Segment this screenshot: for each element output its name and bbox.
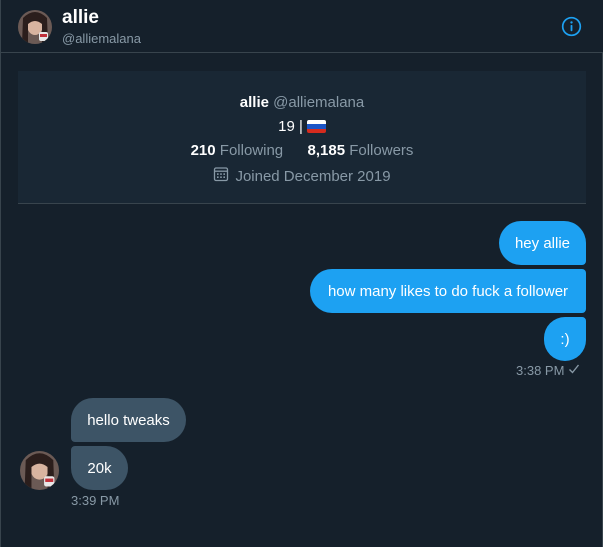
incoming-message[interactable]: hello tweaks: [71, 398, 186, 442]
profile-bio: 19 |: [18, 118, 586, 135]
following-count: 210: [190, 142, 216, 159]
message-text: :): [560, 330, 570, 348]
message-text: hey allie: [514, 234, 571, 252]
profile-name-line: allie @alliemalana: [18, 94, 586, 111]
russia-flag-icon: [306, 120, 326, 133]
incoming-message[interactable]: 20k: [71, 446, 128, 490]
incoming-timestamp: 3:39 PM: [71, 493, 120, 508]
conversation-panel: allie @alliemalana allie @alliemalana 19…: [0, 0, 603, 547]
followers-label: Followers: [349, 142, 414, 159]
avatar[interactable]: [20, 451, 59, 490]
checkmark-icon: [568, 363, 580, 378]
following-label: Following: [219, 142, 284, 159]
profile-handle: @alliemalana: [273, 94, 365, 111]
timestamp-text: 3:38 PM: [516, 363, 565, 378]
profile-follow-stats: 210 Following 8,185 Followers: [18, 142, 586, 159]
avatar[interactable]: [18, 10, 52, 44]
profile-joined-line: Joined December 2019: [18, 166, 586, 186]
message-text: hello tweaks: [87, 411, 170, 429]
followers-count: 8,185: [307, 142, 346, 159]
profile-age: 19 |: [278, 118, 303, 135]
profile-display-name: allie: [239, 94, 269, 111]
header-handle: @alliemalana: [62, 31, 141, 46]
outgoing-timestamp: 3:38 PM: [516, 363, 580, 378]
calendar-icon: [213, 166, 229, 186]
joined-date: Joined December 2019: [235, 167, 391, 185]
conversation-header: allie @alliemalana: [1, 0, 603, 53]
outgoing-message[interactable]: hey allie: [499, 221, 586, 265]
outgoing-message[interactable]: :): [544, 317, 586, 361]
profile-summary-card[interactable]: allie @alliemalana 19 | 210 Following 8,…: [18, 71, 586, 204]
outgoing-message[interactable]: how many likes to do fuck a follower: [310, 269, 586, 313]
message-text: 20k: [87, 459, 112, 477]
header-display-name[interactable]: allie: [62, 7, 99, 29]
message-text: how many likes to do fuck a follower: [327, 282, 569, 300]
info-icon[interactable]: [561, 16, 582, 37]
